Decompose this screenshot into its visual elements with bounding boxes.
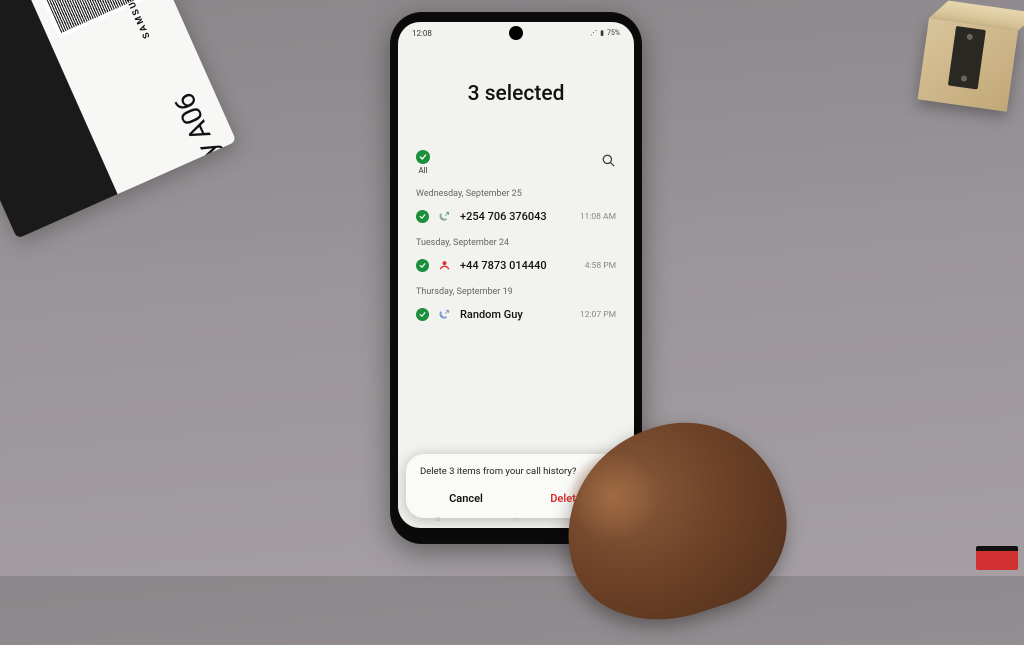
signal-icon: ▮ [600, 29, 604, 37]
date-header: Wednesday, September 25 [398, 181, 634, 203]
recents-nav-icon[interactable]: ≡ [435, 514, 440, 525]
call-number: +254 706 376043 [460, 210, 571, 223]
call-row[interactable]: +254 706 376043 11:08 AM [398, 203, 634, 230]
check-icon [416, 150, 430, 164]
date-header: Tuesday, September 24 [398, 230, 634, 252]
outgoing-call-icon [438, 308, 451, 321]
call-row[interactable]: +44 7873 014440 4:58 PM [398, 252, 634, 279]
search-icon[interactable] [601, 153, 616, 172]
home-nav-icon[interactable]: ○ [515, 514, 520, 525]
check-icon [416, 210, 429, 223]
watermark [976, 546, 1018, 570]
call-time: 12:07 PM [580, 310, 616, 320]
missed-call-icon [438, 259, 451, 272]
outgoing-call-icon [438, 210, 451, 223]
phone-screen: 12:08 ⋰ ▮ 75% 3 selected All Wednesday, … [398, 22, 634, 528]
call-contact: Random Guy [460, 308, 571, 321]
box-model: Galaxy A06 [167, 88, 236, 225]
call-time: 11:08 AM [580, 212, 616, 222]
cancel-button[interactable]: Cancel [416, 487, 516, 510]
status-time: 12:08 [412, 29, 432, 38]
call-row[interactable]: Random Guy 12:07 PM [398, 301, 634, 328]
call-number: +44 7873 014440 [460, 259, 576, 272]
battery-text: 75% [607, 29, 620, 37]
wifi-icon: ⋰ [590, 29, 597, 37]
wood-block [897, 0, 1024, 119]
date-header: Thursday, September 19 [398, 279, 634, 301]
product-box: SAMSUNG Galaxy A06 [0, 0, 236, 239]
call-time: 4:58 PM [585, 261, 616, 271]
camera-notch [509, 26, 523, 40]
check-icon [416, 259, 429, 272]
page-title: 3 selected [398, 44, 634, 150]
check-icon [416, 308, 429, 321]
select-all-label: All [418, 166, 427, 175]
select-all-toggle[interactable]: All [416, 150, 430, 175]
